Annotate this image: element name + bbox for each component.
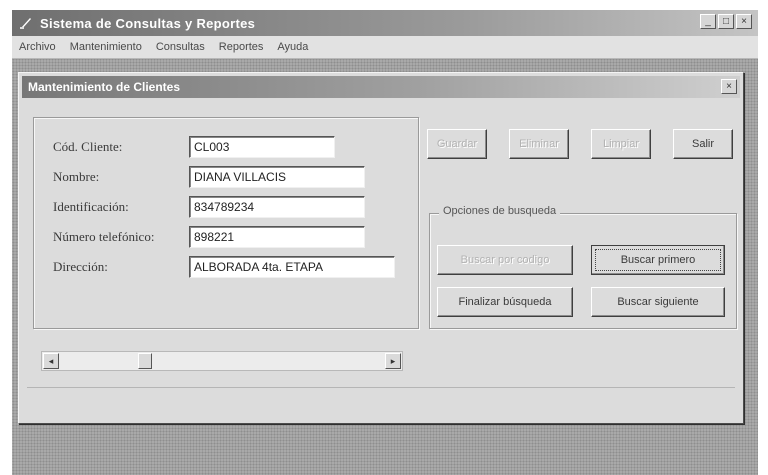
maximize-button[interactable]: □ <box>718 14 734 29</box>
menu-reportes[interactable]: Reportes <box>212 41 271 53</box>
app-icon <box>18 15 34 31</box>
close-button[interactable]: × <box>736 14 752 29</box>
telefono-input[interactable]: 898221 <box>189 226 365 248</box>
menu-consultas[interactable]: Consultas <box>149 41 212 53</box>
menu-mantenimiento[interactable]: Mantenimiento <box>63 41 149 53</box>
menu-bar: Archivo Mantenimiento Consultas Reportes… <box>12 36 758 59</box>
dialog-close-button[interactable]: × <box>721 79 737 94</box>
scroll-left-arrow-icon[interactable]: ◂ <box>43 353 59 369</box>
salir-button[interactable]: Salir <box>673 129 733 159</box>
direccion-input[interactable]: ALBORADA 4ta. ETAPA <box>189 256 395 278</box>
identificacion-input[interactable]: 834789234 <box>189 196 365 218</box>
identificacion-label: Identificación: <box>53 199 129 214</box>
buscar-siguiente-button[interactable]: Buscar siguiente <box>591 287 725 317</box>
nombre-label: Nombre: <box>53 169 100 184</box>
buscar-primero-button[interactable]: Buscar primero <box>591 245 725 275</box>
eliminar-button[interactable]: Eliminar <box>509 129 569 159</box>
title-bar[interactable]: Sistema de Consultas y Reportes _ □ × <box>12 10 758 36</box>
nombre-input[interactable]: DIANA VILLACIS <box>189 166 365 188</box>
record-scrollbar[interactable]: ◂ ▸ <box>41 351 403 371</box>
codigo-label: Cód. Cliente: <box>53 139 123 154</box>
buscar-por-codigo-button[interactable]: Buscar por codigo <box>437 245 573 275</box>
dialog-divider <box>27 387 735 388</box>
limpiar-button[interactable]: Limpiar <box>591 129 651 159</box>
codigo-cliente-input[interactable]: CL003 <box>189 136 335 158</box>
dialog-title: Mantenimiento de Clientes <box>28 80 181 94</box>
guardar-button[interactable]: Guardar <box>427 129 487 159</box>
dialog-title-bar[interactable]: Mantenimiento de Clientes × <box>22 76 740 98</box>
telefono-label: Número telefónico: <box>53 229 155 244</box>
window-title: Sistema de Consultas y Reportes <box>40 15 256 31</box>
search-options-legend: Opciones de busqueda <box>439 205 561 217</box>
menu-ayuda[interactable]: Ayuda <box>270 41 315 53</box>
scroll-right-arrow-icon[interactable]: ▸ <box>385 353 401 369</box>
customer-maintenance-dialog: Mantenimiento de Clientes × Cód. Cliente… <box>18 72 744 424</box>
scroll-thumb[interactable] <box>138 353 152 369</box>
minimize-button[interactable]: _ <box>700 14 716 29</box>
direccion-label: Dirección: <box>53 259 108 274</box>
menu-archivo[interactable]: Archivo <box>12 41 63 53</box>
window-controls: _ □ × <box>700 14 752 29</box>
finalizar-busqueda-button[interactable]: Finalizar búsqueda <box>437 287 573 317</box>
